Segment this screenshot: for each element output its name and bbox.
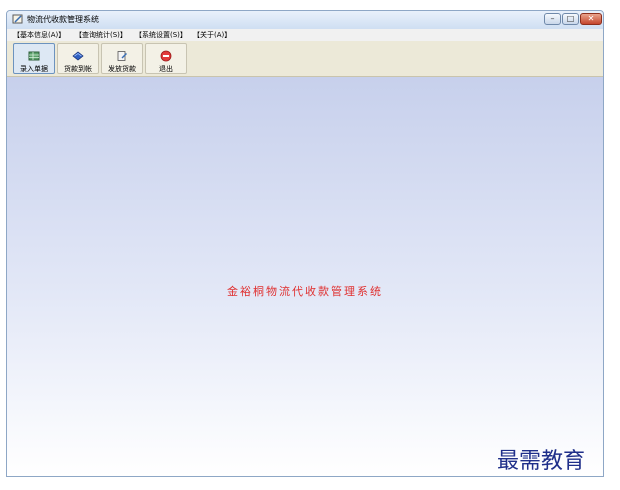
center-title: 金裕桐物流代收款管理系统: [227, 285, 383, 298]
window-title: 物流代收款管理系统: [27, 15, 99, 24]
stop-icon: [160, 50, 172, 62]
watermark: 最需教育: [497, 449, 586, 474]
maximize-icon: □: [566, 14, 575, 23]
menu-item-system-settings[interactable]: 【系统设置(S)】: [135, 30, 187, 40]
enter-document-button[interactable]: 录入单据: [13, 43, 55, 74]
app-window: 物流代收款管理系统 – □ ✕ 【基本信息(A)】 【查询统计(S)】 【系统设…: [6, 10, 604, 477]
main-workspace: 金裕桐物流代收款管理系统: [7, 77, 603, 476]
book-icon: [72, 51, 84, 61]
exit-label: 退出: [159, 65, 173, 73]
menu-item-basic-info[interactable]: 【基本信息(A)】: [13, 30, 65, 40]
edit-document-icon: [117, 51, 127, 61]
close-button[interactable]: ✕: [580, 13, 602, 25]
minimize-button[interactable]: –: [544, 13, 561, 25]
enter-document-label: 录入单据: [20, 65, 48, 73]
disburse-payment-label: 发放货款: [108, 65, 136, 73]
exit-button[interactable]: 退出: [145, 43, 187, 74]
menu-bar: 【基本信息(A)】 【查询统计(S)】 【系统设置(S)】 【关于(A)】: [7, 29, 603, 41]
menu-item-query-stats[interactable]: 【查询统计(S)】: [75, 30, 127, 40]
close-icon: ✕: [587, 14, 595, 23]
payment-received-button[interactable]: 货款到帐: [57, 43, 99, 74]
disburse-payment-button[interactable]: 发放货款: [101, 43, 143, 74]
menu-item-about[interactable]: 【关于(A)】: [193, 30, 231, 40]
table-icon: [28, 51, 40, 61]
title-bar: 物流代收款管理系统 – □ ✕: [7, 11, 603, 30]
app-icon: [12, 14, 23, 24]
maximize-button[interactable]: □: [562, 13, 579, 25]
minimize-icon: –: [550, 14, 555, 23]
toolbar: 录入单据 货款到帐 发放货款 退出: [7, 41, 603, 77]
payment-received-label: 货款到帐: [64, 65, 92, 73]
